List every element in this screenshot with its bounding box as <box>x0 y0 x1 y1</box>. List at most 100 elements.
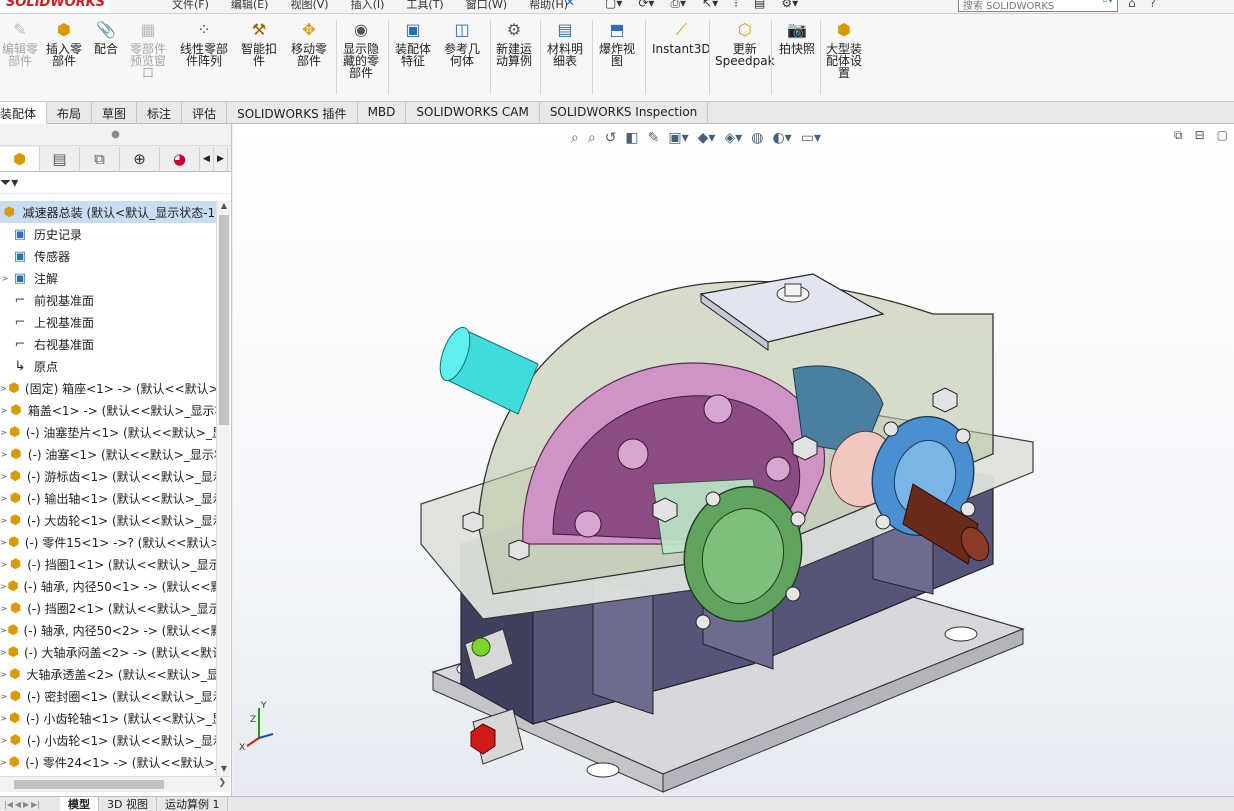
tree-item[interactable]: > ▣ 注解 <box>0 267 216 289</box>
tab-markup[interactable]: 标注 <box>137 102 183 124</box>
search-input[interactable]: 搜索 SOLIDWORKS ⌕▾ <box>958 0 1118 12</box>
tree-item[interactable]: >⬢ (-) 零件24<1> -> (默认<<默认>_显示状态 1>) <box>0 751 216 773</box>
maximize-icon[interactable]: ▢ <box>1217 128 1228 143</box>
tab-cam[interactable]: SOLIDWORKS CAM <box>406 102 540 124</box>
menu-help[interactable]: 帮助(H) <box>527 0 570 12</box>
tab-scroll-left-icon[interactable]: ◀ <box>200 146 214 171</box>
zoom-to-area-icon[interactable]: ⌕ <box>588 130 596 146</box>
insert-component-button[interactable]: ⬢ 插入零 部件 <box>46 20 82 68</box>
menu-tools[interactable]: 工具(T) <box>404 0 445 12</box>
expand-arrow-icon[interactable]: > <box>0 384 7 393</box>
tree-item[interactable]: >⬢ (-) 轴承, 内径50<2> -> (默认<<默认>_显示状态 1>) <box>0 619 216 641</box>
tree-item[interactable]: >⬢ (-) 游标齿<1> (默认<<默认>_显示状态 1>) <box>0 465 216 487</box>
scroll-thumb[interactable] <box>219 215 229 425</box>
expand-arrow-icon[interactable]: > <box>0 516 8 525</box>
tree-item[interactable]: >⬢ (-) 小齿轮轴<1> (默认<<默认>_显示状态 1>) <box>0 707 216 729</box>
displaymanager-tab-icon[interactable]: ◕ <box>160 146 200 171</box>
expand-arrow-icon[interactable]: > <box>0 472 8 481</box>
tree-item[interactable]: >⬢ (-) 挡圈1<1> (默认<<默认>_显示状态 1>) <box>0 553 216 575</box>
bill-of-materials-button[interactable]: ▤ 材料明 细表 <box>547 20 583 68</box>
tree-item[interactable]: ▣ 历史记录 <box>0 223 216 245</box>
scroll-up-icon[interactable]: ▲ <box>217 201 231 213</box>
tab-layout[interactable]: 布局 <box>47 102 93 124</box>
move-component-button[interactable]: ✥ 移动零 部件 <box>291 20 327 68</box>
tab-sketch[interactable]: 草图 <box>92 102 138 124</box>
propertymanager-tab-icon[interactable]: ▤ <box>40 146 80 171</box>
zoom-to-fit-icon[interactable]: ⌕ <box>571 130 579 146</box>
user-icon[interactable]: ⌂ <box>1128 0 1136 10</box>
solidworks-logo[interactable]: SOLIDWORKS <box>0 0 112 13</box>
scroll-down-icon[interactable]: ▼ <box>217 764 231 776</box>
expand-arrow-icon[interactable]: > <box>0 670 7 679</box>
search-icon[interactable]: ⌕▾ <box>1102 0 1113 6</box>
tree-vertical-scrollbar[interactable]: ▲ ▼ <box>216 201 230 776</box>
expand-arrow-icon[interactable]: > <box>0 582 7 591</box>
tree-item[interactable]: >⬢ (-) 小齿轮<1> (默认<<默认>_显示状态 1>) <box>0 729 216 751</box>
update-speedpak-button[interactable]: ⬡ 更新 Speedpak <box>715 20 775 68</box>
print-icon[interactable]: ⎙▾ <box>670 0 686 11</box>
pin-icon[interactable]: ✕ <box>565 0 575 9</box>
menu-insert[interactable]: 插入(I) <box>349 0 387 12</box>
mate-button[interactable]: 📎 配合 <box>94 20 118 56</box>
expand-arrow-icon[interactable]: > <box>0 450 8 459</box>
tab-addins[interactable]: SOLIDWORKS 插件 <box>227 102 358 124</box>
restore-icon[interactable]: ⧉ <box>1174 128 1183 143</box>
tree-item[interactable]: >⬢ (固定) 箱座<1> -> (默认<<默认>_显示状态 1>) <box>0 377 216 399</box>
menu-file[interactable]: 文件(F) <box>170 0 211 12</box>
graphics-area[interactable]: ⌕ ⌕ ↺ ◧ ✎ ▣▾ ◆▾ ◈▾ ◍ ◐▾ ▭▾ ⧉ ⊟ ▢ Y Z X <box>233 124 1234 796</box>
exploded-view-button[interactable]: ⬒ 爆炸视图 <box>599 20 635 68</box>
component-preview-button[interactable]: ▦ 零部件 预览窗口 <box>130 20 166 80</box>
tree-item[interactable]: ⌐ 上视基准面 <box>0 311 216 333</box>
expand-arrow-icon[interactable]: > <box>0 494 8 503</box>
hscroll-thumb[interactable] <box>14 780 164 789</box>
tree-item[interactable]: >⬢ (-) 大齿轮<1> (默认<<默认>_显示状态 1>) <box>0 509 216 531</box>
reference-geometry-button[interactable]: ◫ 参考几 何体 <box>444 20 480 68</box>
menu-view[interactable]: 视图(V) <box>288 0 330 12</box>
expand-arrow-icon[interactable]: > <box>0 736 8 745</box>
tree-item[interactable]: ⌐ 右视基准面 <box>0 333 216 355</box>
edit-appearance-icon[interactable]: ◍ <box>751 130 763 146</box>
tree-item[interactable]: >⬢ (-) 挡圈2<1> (默认<<默认>_显示状态 1>) <box>0 597 216 619</box>
featuremanager-tab-icon[interactable]: ⬢ <box>0 146 40 171</box>
section-view-icon[interactable]: ◧ <box>625 130 638 146</box>
expand-arrow-icon[interactable]: > <box>0 428 7 437</box>
tree-root-assembly[interactable]: ⬢ 减速器总装 (默认<默认_显示状态-1>) <box>0 201 216 223</box>
help-icon[interactable]: ? <box>1150 0 1156 10</box>
expand-arrow-icon[interactable]: > <box>0 692 8 701</box>
expand-arrow-icon[interactable]: > <box>0 560 8 569</box>
assembly-features-button[interactable]: ▣ 装配体 特征 <box>395 20 431 68</box>
take-snapshot-button[interactable]: 📷 拍快照 <box>779 20 815 56</box>
filter-icon[interactable]: ⏷▾ <box>0 172 231 194</box>
tile-icon[interactable]: ⊟ <box>1195 128 1205 143</box>
prev-tab-icon[interactable]: ◀ <box>15 800 21 809</box>
tree-item[interactable]: >⬢ (-) 大轴承闷盖<2> -> (默认<<默认>_显示状态 1>) <box>0 641 216 663</box>
tree-item[interactable]: >⬢ 箱盖<1> -> (默认<<默认>_显示状态 1>) <box>0 399 216 421</box>
scroll-right-icon[interactable]: ❯ <box>218 778 226 788</box>
show-hidden-button[interactable]: ◉ 显示隐 藏的零 部件 <box>343 20 379 80</box>
file-properties-icon[interactable]: ▤ <box>754 0 765 11</box>
view-settings-icon[interactable]: ▭▾ <box>801 130 821 146</box>
instant3d-button[interactable]: ⟋ Instant3D <box>652 20 711 56</box>
menu-edit[interactable]: 编辑(E) <box>229 0 271 12</box>
hide-show-items-icon[interactable]: ◈▾ <box>724 130 742 146</box>
dynamic-annotation-icon[interactable]: ✎ <box>648 130 660 146</box>
tab-assembly[interactable]: 装配体 <box>0 102 48 124</box>
expand-arrow-icon[interactable]: > <box>0 604 8 613</box>
linear-pattern-button[interactable]: ⁘ 线性零部 件阵列 <box>180 20 228 68</box>
tree-item[interactable]: ▣ 传感器 <box>0 245 216 267</box>
new-motion-study-button[interactable]: ⚙ 新建运 动算例 <box>496 20 532 68</box>
expand-arrow-icon[interactable]: > <box>0 406 8 415</box>
expand-arrow-icon[interactable]: > <box>0 538 7 547</box>
configurationmanager-tab-icon[interactable]: ⧉ <box>80 146 120 171</box>
tree-item[interactable]: >⬢ (-) 零件15<1> ->? (默认<<默认>_显示状态 1>) <box>0 531 216 553</box>
tree-item[interactable]: >⬢ (-) 油塞<1> (默认<<默认>_显示状态 1>) <box>0 443 216 465</box>
tab-motion-study[interactable]: 运动算例 1 <box>157 796 229 811</box>
expand-arrow-icon[interactable]: > <box>0 648 7 657</box>
expand-arrow-icon[interactable]: > <box>0 758 7 767</box>
traffic-light-icon[interactable]: ⁝ <box>734 0 738 11</box>
previous-view-icon[interactable]: ↺ <box>605 130 617 146</box>
first-tab-icon[interactable]: |◀ <box>4 800 13 809</box>
apply-scene-icon[interactable]: ◐▾ <box>772 130 791 146</box>
large-assembly-settings-button[interactable]: ⬢ 大型装 配体设置 <box>826 20 862 80</box>
tree-item[interactable]: >⬢ (-) 密封圈<1> (默认<<默认>_显示状态 1>) <box>0 685 216 707</box>
